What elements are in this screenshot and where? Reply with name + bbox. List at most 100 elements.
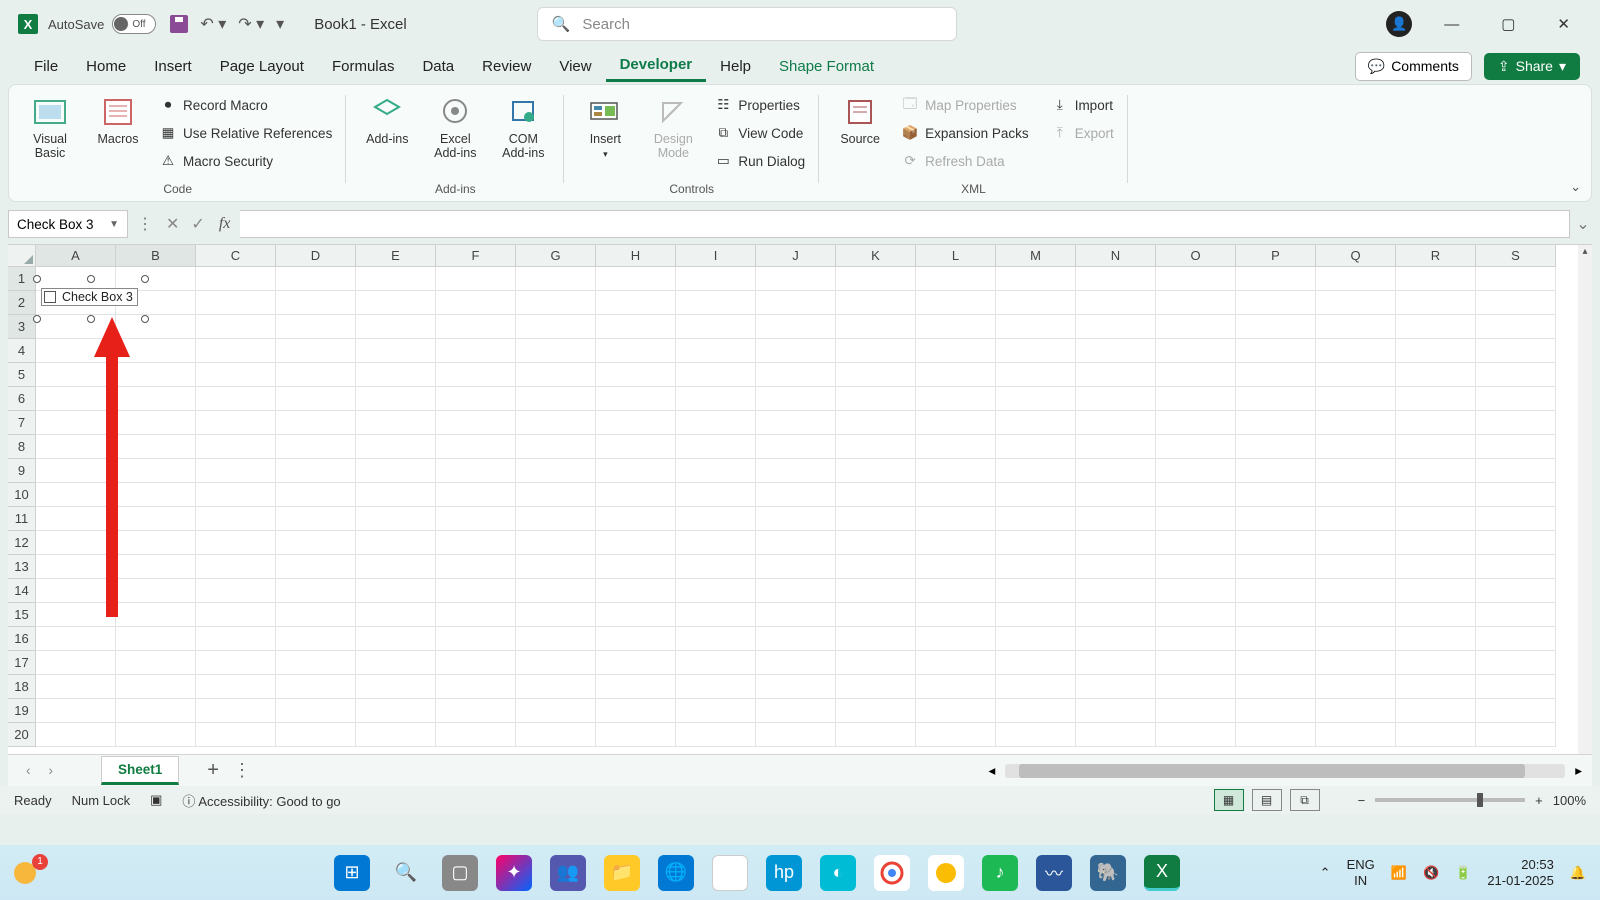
cell[interactable] [996, 627, 1076, 651]
cell[interactable] [996, 387, 1076, 411]
cell[interactable] [1236, 339, 1316, 363]
close-button[interactable]: ✕ [1547, 11, 1580, 37]
cell[interactable] [356, 531, 436, 555]
cell[interactable] [276, 699, 356, 723]
cell[interactable] [596, 315, 676, 339]
row-header[interactable]: 7 [8, 411, 36, 435]
cell[interactable] [996, 723, 1076, 747]
cell[interactable] [516, 459, 596, 483]
cell[interactable] [996, 579, 1076, 603]
cell[interactable] [1316, 555, 1396, 579]
cell[interactable] [1316, 315, 1396, 339]
cell[interactable] [756, 267, 836, 291]
cell[interactable] [836, 531, 916, 555]
cell[interactable] [916, 291, 996, 315]
zoom-out-button[interactable]: − [1358, 793, 1366, 808]
cell[interactable] [516, 267, 596, 291]
cell[interactable] [1156, 267, 1236, 291]
cell[interactable] [276, 459, 356, 483]
cell[interactable] [276, 531, 356, 555]
cell[interactable] [756, 339, 836, 363]
cell[interactable] [1076, 723, 1156, 747]
cell[interactable] [1236, 507, 1316, 531]
ms-store-icon[interactable]: 🛍 [712, 855, 748, 891]
cell[interactable] [356, 363, 436, 387]
row-header[interactable]: 14 [8, 579, 36, 603]
cell[interactable] [196, 651, 276, 675]
tab-formulas[interactable]: Formulas [318, 52, 409, 81]
cell[interactable] [836, 627, 916, 651]
sheet-prev-icon[interactable]: ‹ [26, 763, 31, 778]
cell[interactable] [1396, 627, 1476, 651]
cell[interactable] [916, 411, 996, 435]
cell[interactable] [676, 699, 756, 723]
cell[interactable] [756, 315, 836, 339]
cell[interactable] [836, 699, 916, 723]
cell[interactable] [116, 435, 196, 459]
cell[interactable] [1156, 531, 1236, 555]
cell[interactable] [356, 699, 436, 723]
run-dialog-button[interactable]: ▭Run Dialog [710, 147, 809, 175]
cell[interactable] [276, 579, 356, 603]
cell[interactable] [596, 459, 676, 483]
resize-handle[interactable] [33, 275, 41, 283]
column-header[interactable]: P [1236, 245, 1316, 267]
cell[interactable] [516, 627, 596, 651]
macro-security-button[interactable]: ⚠Macro Security [155, 147, 336, 175]
cell[interactable] [836, 291, 916, 315]
cell[interactable] [196, 579, 276, 603]
cell[interactable] [436, 363, 516, 387]
cell[interactable] [756, 291, 836, 315]
cell[interactable] [356, 627, 436, 651]
formula-input[interactable] [240, 210, 1570, 238]
cell[interactable] [996, 675, 1076, 699]
cell[interactable] [996, 483, 1076, 507]
cell[interactable] [1156, 483, 1236, 507]
cell[interactable] [756, 627, 836, 651]
cell[interactable] [116, 555, 196, 579]
resize-handle[interactable] [87, 315, 95, 323]
cell[interactable] [676, 387, 756, 411]
cell[interactable] [36, 675, 116, 699]
cell[interactable] [916, 603, 996, 627]
cell[interactable] [676, 315, 756, 339]
cell[interactable] [356, 507, 436, 531]
cell[interactable] [676, 459, 756, 483]
cell[interactable] [276, 627, 356, 651]
cell[interactable] [756, 435, 836, 459]
cell[interactable] [1316, 627, 1396, 651]
cell[interactable] [276, 291, 356, 315]
cell[interactable] [916, 483, 996, 507]
cell[interactable] [1396, 363, 1476, 387]
cell[interactable] [196, 699, 276, 723]
hscroll-right-icon[interactable]: ▸ [1575, 763, 1582, 779]
cell[interactable] [1476, 291, 1556, 315]
cell[interactable] [1396, 387, 1476, 411]
cell[interactable] [1156, 435, 1236, 459]
cell[interactable] [36, 339, 116, 363]
resize-handle[interactable] [33, 315, 41, 323]
postgres-icon[interactable]: 🐘 [1090, 855, 1126, 891]
cell[interactable] [916, 363, 996, 387]
cell[interactable] [436, 435, 516, 459]
cell[interactable] [1076, 675, 1156, 699]
cell[interactable] [1076, 387, 1156, 411]
hp-icon[interactable]: hp [766, 855, 802, 891]
tab-page-layout[interactable]: Page Layout [206, 52, 318, 81]
cell[interactable] [1316, 459, 1396, 483]
cell[interactable] [1396, 651, 1476, 675]
cell[interactable] [356, 315, 436, 339]
cell[interactable] [356, 291, 436, 315]
qat-more-icon[interactable]: ▾ [276, 14, 284, 34]
row-header[interactable]: 18 [8, 675, 36, 699]
column-header[interactable]: L [916, 245, 996, 267]
cell[interactable] [996, 603, 1076, 627]
cell[interactable] [1156, 387, 1236, 411]
cell[interactable] [1236, 531, 1316, 555]
cell[interactable] [436, 627, 516, 651]
cell[interactable] [1316, 411, 1396, 435]
cell[interactable] [1396, 579, 1476, 603]
cell[interactable] [116, 627, 196, 651]
expansion-packs-button[interactable]: 📦Expansion Packs [897, 119, 1033, 147]
cell[interactable] [516, 435, 596, 459]
